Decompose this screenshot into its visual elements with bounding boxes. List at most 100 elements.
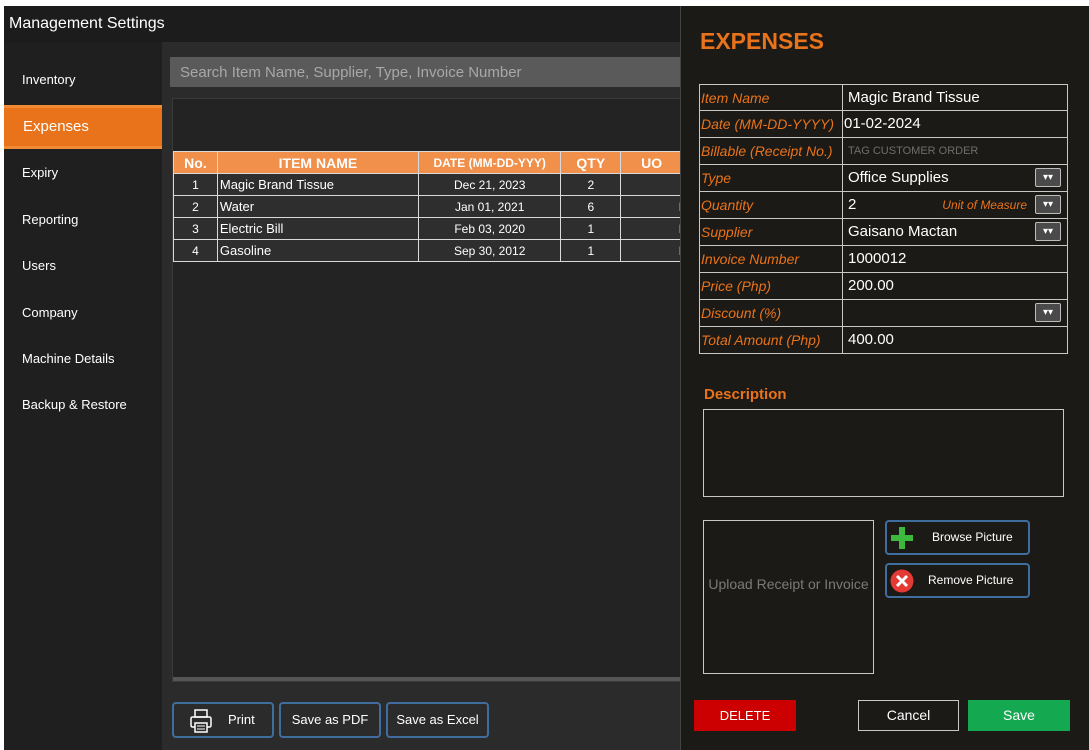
delete-button[interactable]: DELETE xyxy=(694,700,796,731)
title-bar: Management Settings xyxy=(4,6,684,42)
quantity-field[interactable]: 2 Unit of Measure ▾▾ xyxy=(843,192,1067,218)
supplier-row: Supplier Gaisano Mactan ▾▾ xyxy=(699,219,1068,246)
price-label: Price (Php) xyxy=(700,273,843,299)
table-row[interactable]: 1 Magic Brand Tissue Dec 21, 2023 2 xyxy=(173,173,683,196)
discount-row: Discount (%) ▾▾ xyxy=(699,300,1068,327)
remove-picture-label: Remove Picture xyxy=(928,573,1014,587)
table-row[interactable]: 2 Water Jan 01, 2021 6 I xyxy=(173,195,683,218)
chevron-down-icon[interactable]: ▾▾ xyxy=(1035,303,1061,322)
printer-icon xyxy=(190,709,212,733)
receipt-image-area[interactable]: Upload Receipt or Invoice xyxy=(703,520,874,674)
quantity-value: 2 xyxy=(848,196,857,213)
type-select[interactable]: Office Supplies ▾▾ xyxy=(843,165,1067,191)
column-header-no[interactable]: No. xyxy=(173,151,218,174)
cell-qty: 2 xyxy=(560,173,622,196)
browse-picture-button[interactable]: Browse Picture xyxy=(885,520,1030,555)
sidebar-item-backup-restore[interactable]: Backup & Restore xyxy=(4,383,162,427)
cell-date: Dec 21, 2023 xyxy=(418,173,562,196)
sidebar-item-machine-details[interactable]: Machine Details xyxy=(4,337,162,381)
table-row[interactable]: 4 Gasoline Sep 30, 2012 1 I xyxy=(173,239,683,262)
item-name-label: Item Name xyxy=(700,85,843,111)
cell-no: 4 xyxy=(173,239,218,262)
quantity-label: Quantity xyxy=(700,192,843,218)
main-content: No. ITEM NAME DATE (MM-DD-YYY) QTY UO 1 … xyxy=(162,42,684,750)
billable-field[interactable]: TAG CUSTOMER ORDER xyxy=(843,138,1067,164)
supplier-value: Gaisano Mactan xyxy=(848,223,958,240)
cell-uom xyxy=(620,173,683,196)
description-label: Description xyxy=(704,386,787,403)
invoice-field[interactable]: 1000012 xyxy=(843,246,1067,272)
expenses-table: No. ITEM NAME DATE (MM-DD-YYY) QTY UO 1 … xyxy=(173,151,683,262)
cell-qty: 6 xyxy=(560,195,622,218)
cell-uom: I xyxy=(620,239,683,262)
description-textarea[interactable] xyxy=(703,409,1064,497)
sidebar-item-expenses[interactable]: Expenses xyxy=(4,105,162,149)
billable-label: Billable (Receipt No.) xyxy=(700,138,843,164)
expense-form: Item Name Magic Brand Tissue Date (MM-DD… xyxy=(699,84,1068,354)
horizontal-scrollbar[interactable] xyxy=(173,677,683,681)
cell-uom: I xyxy=(620,195,683,218)
column-header-qty[interactable]: QTY xyxy=(560,151,622,174)
sidebar-item-company[interactable]: Company xyxy=(4,291,162,335)
date-row: Date (MM-DD-YYYY) 01-02-2024 xyxy=(699,111,1068,138)
column-header-date[interactable]: DATE (MM-DD-YYY) xyxy=(418,151,562,174)
supplier-label: Supplier xyxy=(700,219,843,245)
billable-row: Billable (Receipt No.) TAG CUSTOMER ORDE… xyxy=(699,138,1068,165)
date-field[interactable]: 01-02-2024 xyxy=(843,111,1067,137)
chevron-down-icon[interactable]: ▾▾ xyxy=(1035,168,1061,187)
total-row: Total Amount (Php) 400.00 xyxy=(699,327,1068,354)
item-name-field[interactable]: Magic Brand Tissue xyxy=(843,85,1067,111)
supplier-select[interactable]: Gaisano Mactan ▾▾ xyxy=(843,219,1067,245)
cell-date: Feb 03, 2020 xyxy=(418,217,562,240)
cell-qty: 1 xyxy=(560,239,622,262)
cell-no: 1 xyxy=(173,173,218,196)
cell-item-name: Gasoline xyxy=(216,239,420,262)
chevron-down-icon[interactable]: ▾▾ xyxy=(1035,222,1061,241)
price-row: Price (Php) 200.00 xyxy=(699,273,1068,300)
cell-date: Sep 30, 2012 xyxy=(418,239,562,262)
sidebar: Inventory Expenses Expiry Reporting User… xyxy=(4,42,162,750)
cell-qty: 1 xyxy=(560,217,622,240)
sidebar-item-users[interactable]: Users xyxy=(4,244,162,288)
column-header-item-name[interactable]: ITEM NAME xyxy=(216,151,420,174)
print-label: Print xyxy=(228,712,255,727)
panel-title: EXPENSES xyxy=(700,28,824,54)
cell-item-name: Electric Bill xyxy=(216,217,420,240)
table-row[interactable]: 3 Electric Bill Feb 03, 2020 1 I xyxy=(173,217,683,240)
date-label: Date (MM-DD-YYYY) xyxy=(700,111,843,137)
close-icon xyxy=(890,569,914,593)
discount-select[interactable]: ▾▾ xyxy=(843,300,1067,326)
browse-picture-label: Browse Picture xyxy=(932,530,1013,544)
cancel-button[interactable]: Cancel xyxy=(858,700,959,731)
invoice-row: Invoice Number 1000012 xyxy=(699,246,1068,273)
chevron-down-icon[interactable]: ▾▾ xyxy=(1035,195,1061,214)
cell-item-name: Magic Brand Tissue xyxy=(216,173,420,196)
search-input[interactable] xyxy=(170,57,684,87)
plus-icon xyxy=(891,527,913,549)
print-button[interactable]: Print xyxy=(172,702,274,738)
save-as-pdf-button[interactable]: Save as PDF xyxy=(279,702,381,738)
type-value: Office Supplies xyxy=(848,169,949,186)
column-header-uom[interactable]: UO xyxy=(620,151,683,174)
sidebar-item-inventory[interactable]: Inventory xyxy=(4,58,162,102)
sidebar-item-expiry[interactable]: Expiry xyxy=(4,151,162,195)
table-header-row: No. ITEM NAME DATE (MM-DD-YYY) QTY UO xyxy=(173,151,683,174)
cell-uom: I xyxy=(620,217,683,240)
item-name-row: Item Name Magic Brand Tissue xyxy=(699,84,1068,111)
save-button[interactable]: Save xyxy=(968,700,1070,731)
invoice-label: Invoice Number xyxy=(700,246,843,272)
sidebar-item-reporting[interactable]: Reporting xyxy=(4,198,162,242)
total-label: Total Amount (Php) xyxy=(700,327,843,353)
discount-label: Discount (%) xyxy=(700,300,843,326)
cell-date: Jan 01, 2021 xyxy=(418,195,562,218)
type-row: Type Office Supplies ▾▾ xyxy=(699,165,1068,192)
expenses-panel: EXPENSES Item Name Magic Brand Tissue Da… xyxy=(680,6,1089,750)
cell-no: 2 xyxy=(173,195,218,218)
total-field[interactable]: 400.00 xyxy=(843,327,1067,353)
remove-picture-button[interactable]: Remove Picture xyxy=(885,563,1030,598)
save-as-excel-button[interactable]: Save as Excel xyxy=(386,702,489,738)
price-field[interactable]: 200.00 xyxy=(843,273,1067,299)
expenses-grid: No. ITEM NAME DATE (MM-DD-YYY) QTY UO 1 … xyxy=(172,98,684,682)
window-title: Management Settings xyxy=(9,15,165,32)
quantity-row: Quantity 2 Unit of Measure ▾▾ xyxy=(699,192,1068,219)
